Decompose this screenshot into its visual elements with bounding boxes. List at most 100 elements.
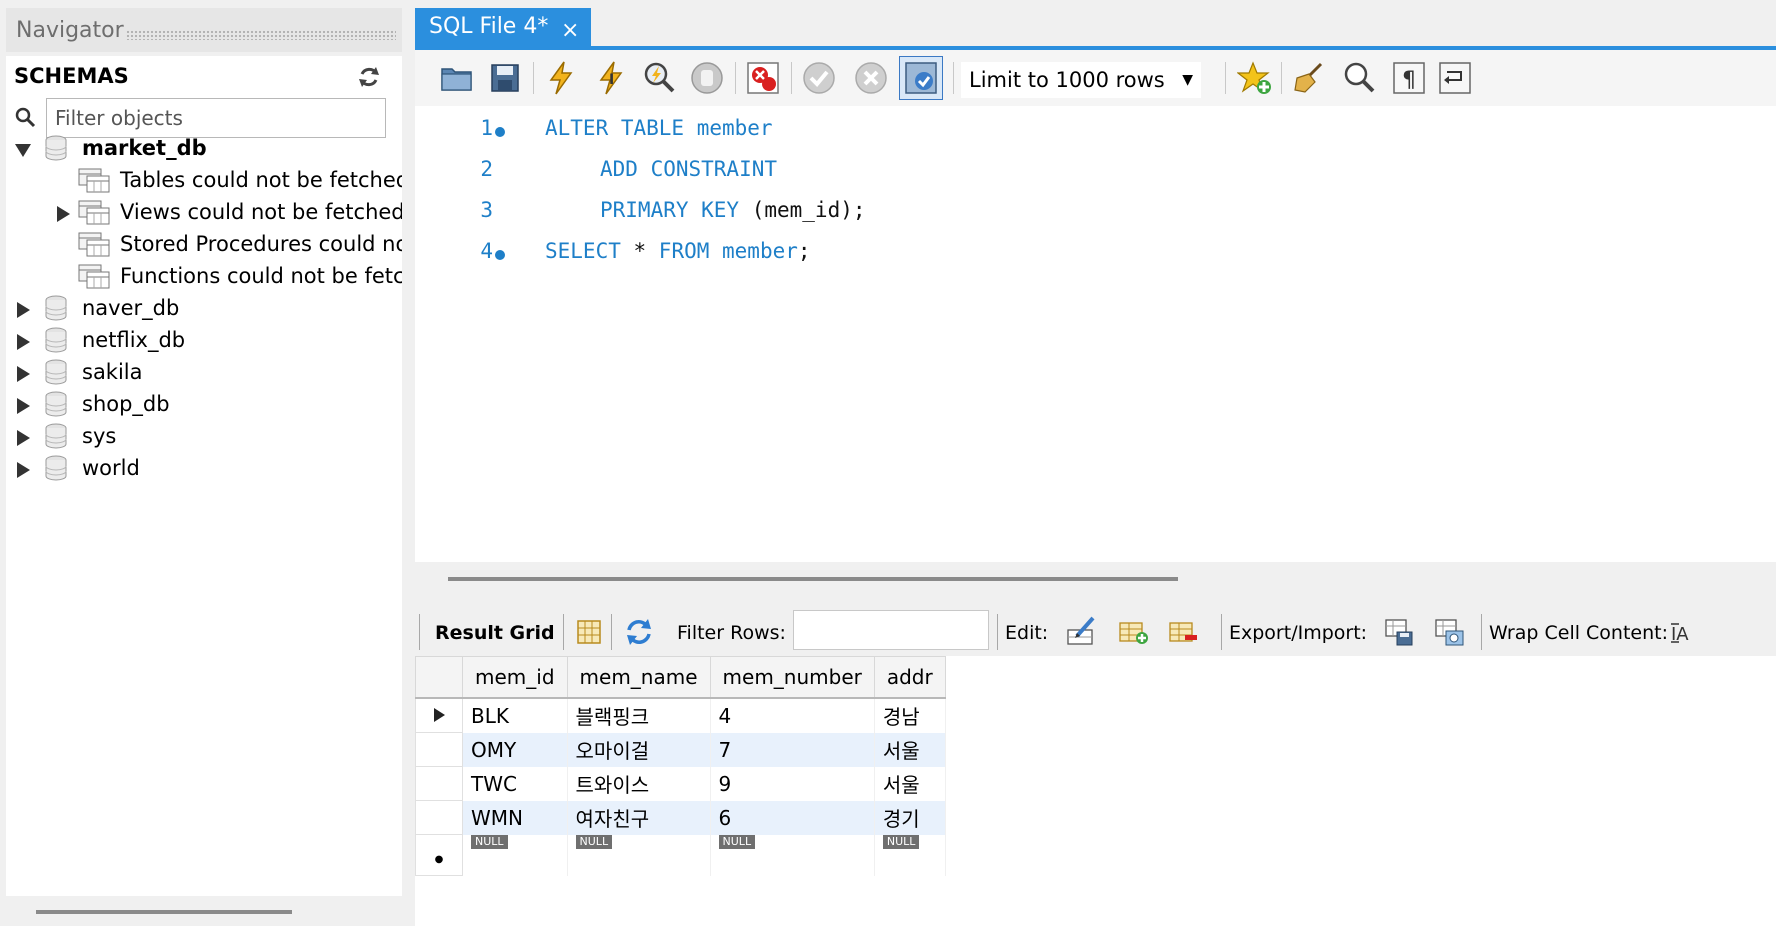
table-row[interactable]: WMN 여자친구 6 경기 <box>415 800 946 835</box>
line-number: 1 <box>480 116 493 140</box>
table-folder-icon <box>78 200 110 226</box>
cell-mem_number[interactable]: NULL <box>710 834 875 876</box>
cell-mem_name[interactable]: 여자친구 <box>567 800 711 835</box>
schema-child-item[interactable]: Functions could not be fetched <box>6 262 402 292</box>
close-icon[interactable]: × <box>561 18 579 43</box>
collapsed-arrow-icon[interactable] <box>14 460 32 478</box>
cell-mem_id[interactable]: WMN <box>462 800 568 835</box>
new-row[interactable]: ● NULL NULL NULL NULL <box>415 834 946 876</box>
collapsed-arrow-icon[interactable] <box>14 300 32 318</box>
cell-addr[interactable]: 경남 <box>874 698 946 733</box>
stop-icon[interactable] <box>689 60 725 96</box>
rollback-icon[interactable] <box>853 60 889 96</box>
collapsed-arrow-icon[interactable] <box>14 364 32 382</box>
schema-item-shop_db[interactable]: shop_db <box>6 390 402 420</box>
row-header[interactable] <box>415 732 463 767</box>
schema-name: world <box>82 456 140 480</box>
cell-addr[interactable]: 경기 <box>874 800 946 835</box>
code-line[interactable]: 4 SELECT * FROM member; <box>415 233 1776 269</box>
open-folder-icon[interactable] <box>439 60 475 96</box>
refresh-results-icon[interactable] <box>623 616 655 648</box>
row-header[interactable]: ● <box>415 834 463 876</box>
table-row[interactable]: OMY 오마이걸 7 서울 <box>415 732 946 767</box>
beautify-icon[interactable] <box>1291 60 1327 96</box>
autocommit-icon[interactable] <box>899 56 943 100</box>
wrap-cell-icon[interactable]: IA <box>1667 616 1699 648</box>
row-header[interactable] <box>415 800 463 835</box>
cell-mem_id[interactable]: OMY <box>462 732 568 767</box>
find-icon[interactable] <box>1341 60 1377 96</box>
table-row[interactable]: BLK 블랙핑크 4 경남 <box>415 697 946 733</box>
schema-item-netflix_db[interactable]: netflix_db <box>6 326 402 356</box>
schema-item-naver_db[interactable]: naver_db <box>6 294 402 324</box>
code-line[interactable]: 3 PRIMARY KEY (mem_id); <box>415 192 1776 228</box>
cell-addr[interactable]: 서울 <box>874 732 946 767</box>
cell-mem_name[interactable]: 오마이걸 <box>567 732 711 767</box>
null-badge: NULL <box>575 834 613 849</box>
schema-item-market_db[interactable]: market_db <box>6 134 402 164</box>
row-header[interactable] <box>415 697 463 733</box>
grid-corner[interactable] <box>415 656 463 699</box>
schema-child-item[interactable]: Tables could not be fetched <box>6 166 402 196</box>
result-grid-button[interactable]: Result Grid <box>435 622 555 644</box>
schema-child-item[interactable]: Views could not be fetched <box>6 198 402 228</box>
schema-item-world[interactable]: world <box>6 454 402 484</box>
cell-mem_number[interactable]: 7 <box>710 732 875 767</box>
cell-mem_id[interactable]: NULL <box>462 834 568 876</box>
cell-mem_name[interactable]: NULL <box>567 834 711 876</box>
delete-row-icon[interactable] <box>1167 616 1199 648</box>
null-badge: NULL <box>718 834 756 849</box>
collapsed-arrow-icon[interactable] <box>54 204 72 222</box>
tab-sql-file[interactable]: SQL File 4* × <box>415 8 591 50</box>
filter-objects-input[interactable] <box>46 98 386 138</box>
column-header-addr[interactable]: addr <box>873 656 946 699</box>
export-icon[interactable] <box>1383 616 1415 648</box>
schema-child-item[interactable]: Stored Procedures could not be fetched <box>6 230 402 260</box>
expanded-arrow-icon[interactable] <box>14 140 32 158</box>
editor-horizontal-scrollbar[interactable] <box>448 577 1178 581</box>
refresh-icon[interactable] <box>356 64 382 90</box>
invisible-chars-icon[interactable]: ¶ <box>1391 60 1427 96</box>
code-line[interactable]: 1 ALTER TABLE member <box>415 110 1776 146</box>
sql-editor[interactable]: 1 ALTER TABLE member 2 ADD CONSTRAINT 3 PRIMA… <box>415 106 1776 562</box>
import-icon[interactable] <box>1433 616 1465 648</box>
cell-mem_number[interactable]: 9 <box>710 766 875 801</box>
add-snippet-icon[interactable] <box>1236 60 1273 96</box>
cell-addr[interactable]: NULL <box>874 834 946 876</box>
table-row[interactable]: TWC 트와이스 9 서울 <box>415 766 946 801</box>
cell-mem_name[interactable]: 블랙핑크 <box>567 698 711 733</box>
limit-rows-select[interactable]: Limit to 1000 rows ▼ <box>961 62 1201 98</box>
cell-mem_number[interactable]: 6 <box>710 800 875 835</box>
column-header-mem_number[interactable]: mem_number <box>709 656 875 699</box>
null-badge: NULL <box>471 834 508 849</box>
navigator-grip[interactable] <box>126 30 396 40</box>
collapsed-arrow-icon[interactable] <box>14 396 32 414</box>
explain-icon[interactable] <box>641 60 677 96</box>
schema-item-sys[interactable]: sys <box>6 422 402 452</box>
execute-current-icon[interactable]: I <box>593 60 629 96</box>
add-row-icon[interactable] <box>1117 616 1149 648</box>
commit-icon[interactable] <box>801 60 837 96</box>
collapsed-arrow-icon[interactable] <box>14 332 32 350</box>
cell-mem_id[interactable]: BLK <box>462 698 568 733</box>
line-number: 2 <box>480 157 493 181</box>
save-icon[interactable] <box>487 60 523 96</box>
code-line[interactable]: 2 ADD CONSTRAINT <box>415 151 1776 187</box>
filter-rows-input[interactable] <box>793 610 989 650</box>
navigator-scrollbar[interactable] <box>36 910 292 914</box>
toggle-error-icon[interactable] <box>745 60 781 96</box>
row-header[interactable] <box>415 766 463 801</box>
collapsed-arrow-icon[interactable] <box>14 428 32 446</box>
cell-mem_number[interactable]: 4 <box>710 698 875 733</box>
code-text: ADD CONSTRAINT <box>600 157 777 181</box>
schema-item-sakila[interactable]: sakila <box>6 358 402 388</box>
cell-mem_name[interactable]: 트와이스 <box>567 766 711 801</box>
wrap-icon[interactable] <box>1437 60 1473 96</box>
edit-row-icon[interactable] <box>1065 616 1097 648</box>
cell-addr[interactable]: 서울 <box>874 766 946 801</box>
column-header-mem_name[interactable]: mem_name <box>566 656 711 699</box>
cell-mem_id[interactable]: TWC <box>462 766 568 801</box>
column-header-mem_id[interactable]: mem_id <box>462 656 568 699</box>
grid-layout-icon[interactable] <box>573 616 605 648</box>
execute-icon[interactable] <box>543 60 579 96</box>
